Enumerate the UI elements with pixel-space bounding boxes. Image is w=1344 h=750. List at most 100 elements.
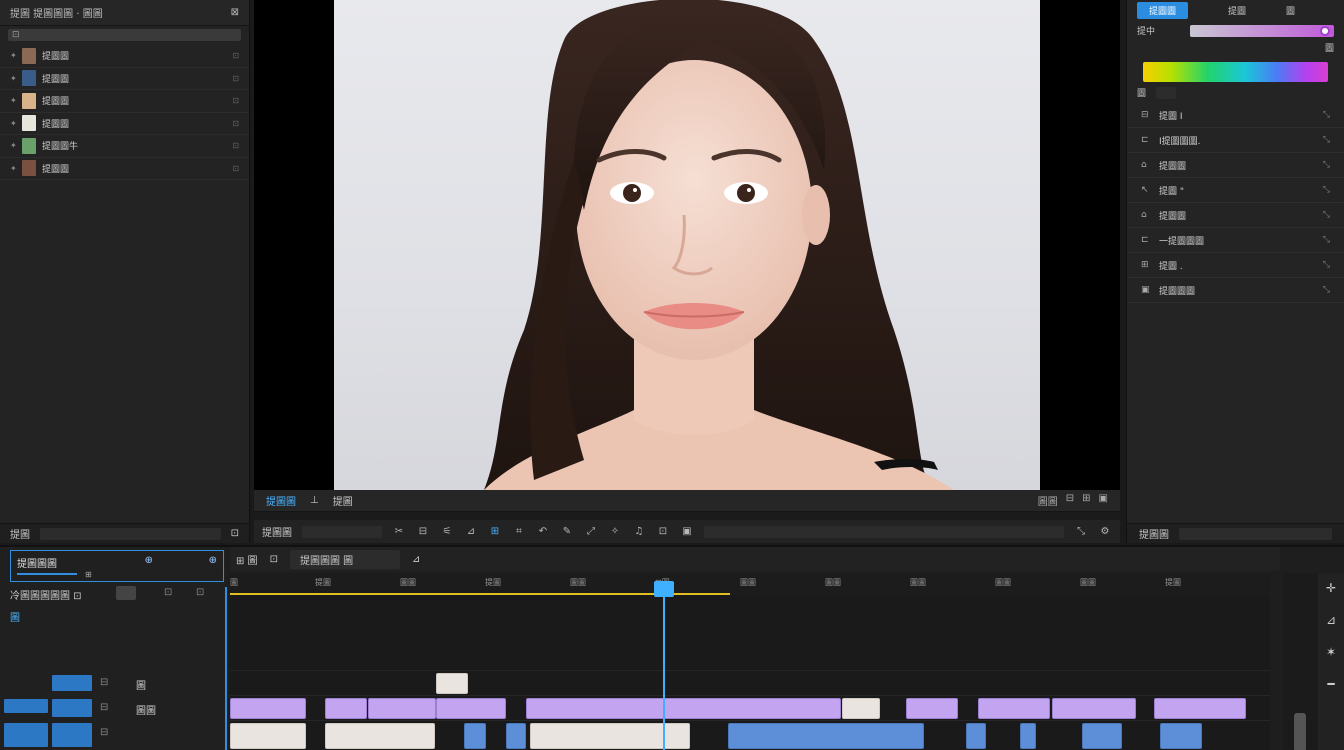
expand-icon[interactable]: ✦ — [10, 119, 22, 128]
sub-field[interactable] — [1156, 86, 1177, 99]
tab-effects[interactable]: 提圖 — [1228, 4, 1246, 17]
effect-icon[interactable]: ✧ — [608, 525, 622, 539]
timeline-clip[interactable] — [325, 723, 435, 749]
expand-icon[interactable]: ✦ — [10, 74, 22, 83]
inspector-footer-field[interactable] — [1179, 527, 1332, 540]
track-target-v2[interactable] — [52, 675, 92, 691]
track-source-v1[interactable] — [4, 699, 48, 713]
keyframe-icon[interactable]: ⤡ — [1323, 185, 1330, 195]
timeline-tool-2[interactable]: ⊡ — [270, 554, 278, 565]
timeline-tool-1[interactable]: ⊞ 圖 — [236, 552, 258, 567]
expand-icon[interactable]: ✦ — [10, 164, 22, 173]
property-row[interactable]: ⊟ 提圖 I ⤡ — [1127, 103, 1344, 128]
close-icon[interactable]: ⊠ — [231, 7, 239, 18]
link-icon[interactable]: ⊕ — [145, 555, 153, 566]
scroll-thumb[interactable] — [1294, 713, 1306, 750]
expand-icon[interactable]: ✦ — [10, 96, 22, 105]
keyframe-icon[interactable]: ⤡ — [1323, 160, 1330, 170]
viewer-scrubber[interactable] — [254, 512, 1120, 520]
tab-settings[interactable]: 提圖 — [333, 493, 353, 508]
keyframe-icon[interactable]: ⤡ — [1323, 110, 1330, 120]
track-target-a1[interactable] — [52, 723, 92, 747]
property-row[interactable]: ⊏ 一提圖圖圖 ⤡ — [1127, 228, 1344, 253]
minus-icon[interactable]: ━ — [1327, 677, 1334, 691]
keyframe-icon[interactable]: ⤡ — [1323, 135, 1330, 145]
property-row[interactable]: ⌂ 提圖圖 ⤡ — [1127, 153, 1344, 178]
transport-progress[interactable] — [704, 525, 1064, 538]
trash-icon[interactable]: ⊡ — [231, 528, 239, 539]
timeline-clip[interactable] — [1154, 698, 1246, 719]
eye-icon[interactable]: ⊡ — [196, 587, 204, 598]
timeline-clip[interactable] — [506, 723, 526, 749]
keyframe-icon[interactable]: ⤡ — [1323, 210, 1330, 220]
color-slider-handle[interactable] — [1320, 25, 1330, 36]
color-slider[interactable] — [1190, 24, 1334, 37]
asset-item[interactable]: ✦ 提圖圖 ⊡ — [0, 45, 249, 68]
timeline-clip[interactable] — [1052, 698, 1136, 719]
keyframe-icon[interactable]: ⤡ — [1323, 260, 1330, 270]
timeline-clip[interactable] — [1020, 723, 1036, 749]
snap-icon[interactable]: ⊕ — [209, 555, 217, 566]
timeline-clip[interactable] — [906, 698, 958, 719]
viewer-canvas[interactable] — [254, 0, 1120, 490]
search-input[interactable]: ⊡ — [8, 29, 241, 41]
timeline-clip[interactable] — [530, 723, 690, 749]
crop-icon[interactable]: ⌗ — [512, 525, 526, 539]
property-row[interactable]: ⌂ 提圖圖 ⤡ — [1127, 203, 1344, 228]
tab-more[interactable]: 圖 — [1286, 4, 1295, 17]
track-target-v1[interactable] — [52, 699, 92, 717]
playhead-handle[interactable] — [654, 581, 674, 597]
track-source-a1[interactable] — [4, 723, 48, 747]
timeline-clip[interactable] — [230, 698, 306, 719]
timeline-ruler[interactable]: 圖提圖圖圖提圖圖圖⊡圖圖圖圖圖圖圖圖圖圖圖提圖 — [230, 573, 1270, 595]
grid-icon[interactable]: ⊟ — [1066, 493, 1074, 508]
asset-item[interactable]: ✦ 提圖圖 ⊡ — [0, 68, 249, 90]
fullscreen-icon[interactable]: ▣ — [1099, 493, 1108, 508]
expand-icon[interactable]: ⤡ — [1074, 525, 1088, 539]
expand-icon[interactable]: ✦ — [10, 51, 22, 60]
timeline-scrollbar[interactable] — [1282, 573, 1318, 750]
sequence-selector[interactable]: 提圖圖圖 ⊕ ⊕ ⊞ — [10, 550, 224, 582]
property-row[interactable]: ⊞ 提圖 . ⤡ — [1127, 253, 1344, 278]
settings-icon[interactable]: ⚙ — [1098, 525, 1112, 539]
timeline-clip[interactable] — [436, 698, 506, 719]
grid-icon[interactable]: ⊟ — [416, 525, 430, 539]
snapshot-icon[interactable]: ▣ — [680, 525, 694, 539]
track-v2-icon[interactable]: ⊟ — [100, 677, 108, 688]
asset-item[interactable]: ✦ 提圖圖 ⊡ — [0, 113, 249, 135]
timeline-clip[interactable] — [1160, 723, 1202, 749]
asset-item[interactable]: ✦ 提圖圖 ⊡ — [0, 158, 249, 180]
transform-icon[interactable]: ⤢ — [584, 525, 598, 539]
timeline-clip[interactable] — [368, 698, 436, 719]
scissors-icon[interactable]: ✂ — [392, 525, 406, 539]
timecode-field[interactable] — [302, 525, 382, 538]
track-toggle[interactable] — [116, 586, 136, 600]
timeline-clip[interactable] — [978, 698, 1050, 719]
timeline-clip[interactable] — [325, 698, 367, 719]
split-icon[interactable]: ⊞ — [488, 525, 502, 539]
mark-in-icon[interactable]: ⊿ — [464, 525, 478, 539]
keyframe-icon[interactable]: ⤡ — [1323, 235, 1330, 245]
timeline-search[interactable]: 提圖圖圖 圖 — [289, 549, 400, 569]
timeline-clip[interactable] — [842, 698, 880, 719]
sliders-icon[interactable]: ⚟ — [440, 525, 454, 539]
track-a1-icon[interactable]: ⊟ — [100, 727, 108, 738]
expand-icon[interactable]: ✦ — [10, 141, 22, 150]
star-icon[interactable]: ✶ — [1326, 645, 1336, 659]
keyframe-icon[interactable]: ⤡ — [1323, 285, 1330, 295]
audio-icon[interactable]: ♫ — [632, 525, 646, 539]
viewer-mode-label[interactable]: 圖圖 — [1038, 493, 1058, 508]
tab-marker[interactable]: ⊥ — [310, 495, 319, 506]
asset-item[interactable]: ✦ 提圖圖牛 ⊡ — [0, 135, 249, 158]
timeline-clip[interactable] — [526, 698, 841, 719]
property-row[interactable]: ⊏ I提圖圖圖. ⤡ — [1127, 128, 1344, 153]
mixer-icon[interactable]: ⊿ — [1326, 613, 1336, 627]
clip-v2[interactable] — [436, 673, 468, 694]
property-row[interactable]: ▣ 提圖圖圖 ⤡ — [1127, 278, 1344, 303]
timeline-clip[interactable] — [464, 723, 486, 749]
playhead-line[interactable] — [663, 597, 665, 750]
add-icon[interactable]: ✛ — [1326, 581, 1336, 595]
timeline-clip[interactable] — [728, 723, 924, 749]
pen-icon[interactable]: ✎ — [560, 525, 574, 539]
timeline-clip[interactable] — [1082, 723, 1122, 749]
